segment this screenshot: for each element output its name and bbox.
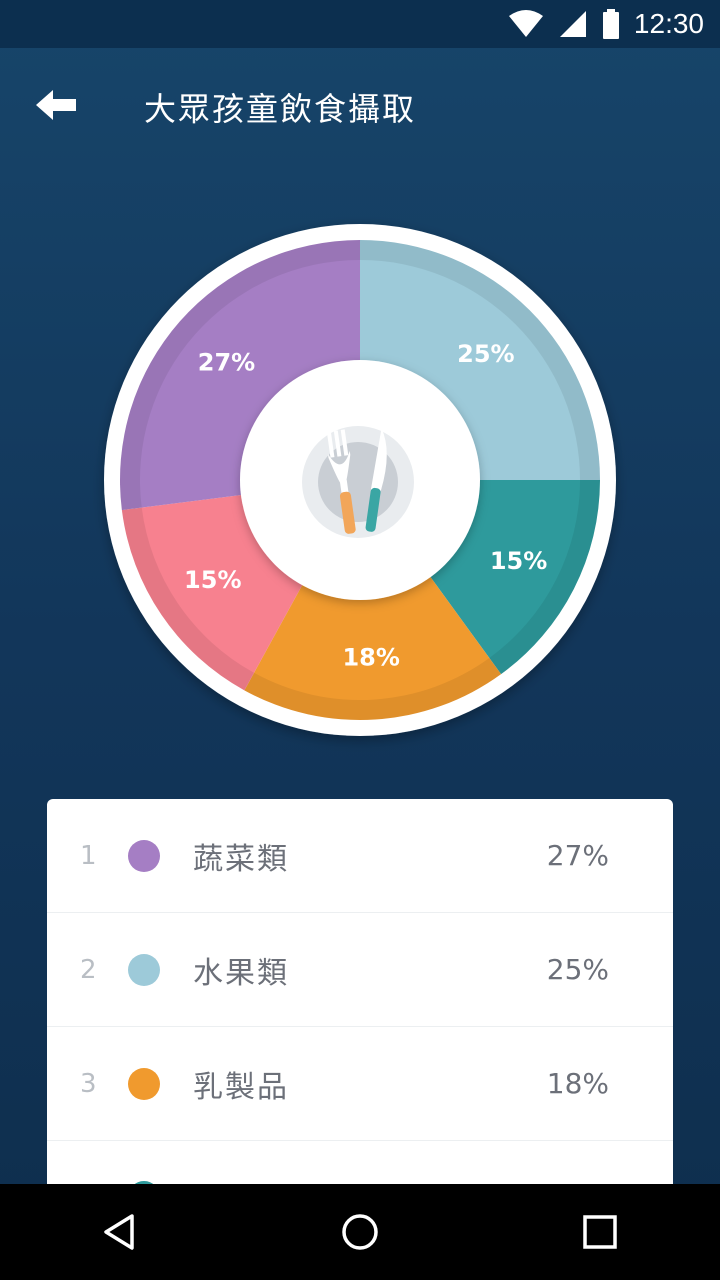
legend-index: 1: [80, 840, 97, 871]
legend-index: 3: [80, 1068, 97, 1099]
arrow-back-icon: [36, 90, 76, 120]
nav-home-button[interactable]: [320, 1192, 400, 1272]
system-nav-bar: [0, 1184, 720, 1280]
legend-percent: 25%: [546, 953, 609, 986]
nav-recents-icon: [583, 1215, 617, 1249]
status-bar: 12:30: [0, 0, 720, 48]
slice-label: 27%: [198, 348, 255, 376]
battery-icon: [602, 9, 619, 39]
nav-back-button[interactable]: [80, 1192, 160, 1272]
back-button[interactable]: [26, 80, 86, 130]
cellular-signal-icon: [559, 11, 586, 37]
slice-label: 25%: [457, 340, 514, 368]
page-title: 大眾孩童飲食攝取: [144, 90, 417, 128]
legend-name: 水果類: [193, 955, 289, 991]
legend-percent: 18%: [546, 1067, 609, 1100]
plate-fork-knife-icon: [302, 426, 414, 538]
legend-row[interactable]: 3 乳製品 18%: [47, 1027, 673, 1141]
nav-home-icon: [342, 1214, 378, 1250]
wifi-icon: [508, 10, 543, 37]
legend-index: 2: [80, 954, 97, 985]
slice-label: 15%: [490, 547, 547, 575]
legend-name: 乳製品: [193, 1069, 289, 1105]
nav-back-icon: [104, 1214, 134, 1250]
legend-color-dot: [128, 953, 160, 986]
legend-row[interactable]: 1 蔬菜類 27%: [47, 799, 673, 913]
legend-row[interactable]: 2 水果類 25%: [47, 913, 673, 1027]
donut-chart: 25% 15% 18% 15% 27%: [100, 220, 620, 740]
legend-name: 蔬菜類: [193, 841, 289, 877]
legend-card: 1 蔬菜類 27% 2 水果類 25% 3 乳製品 18%: [47, 799, 673, 1199]
legend-percent: 27%: [546, 839, 609, 872]
legend-color-dot: [128, 839, 160, 872]
status-time: 12:30: [633, 8, 704, 39]
nav-recents-button[interactable]: [560, 1192, 640, 1272]
app-bar: 大眾孩童飲食攝取: [0, 48, 720, 160]
chart-svg: 25% 15% 18% 15% 27%: [104, 224, 616, 736]
slice-label: 18%: [342, 644, 399, 672]
slice-label: 15%: [184, 566, 241, 594]
legend-color-dot: [128, 1067, 160, 1100]
